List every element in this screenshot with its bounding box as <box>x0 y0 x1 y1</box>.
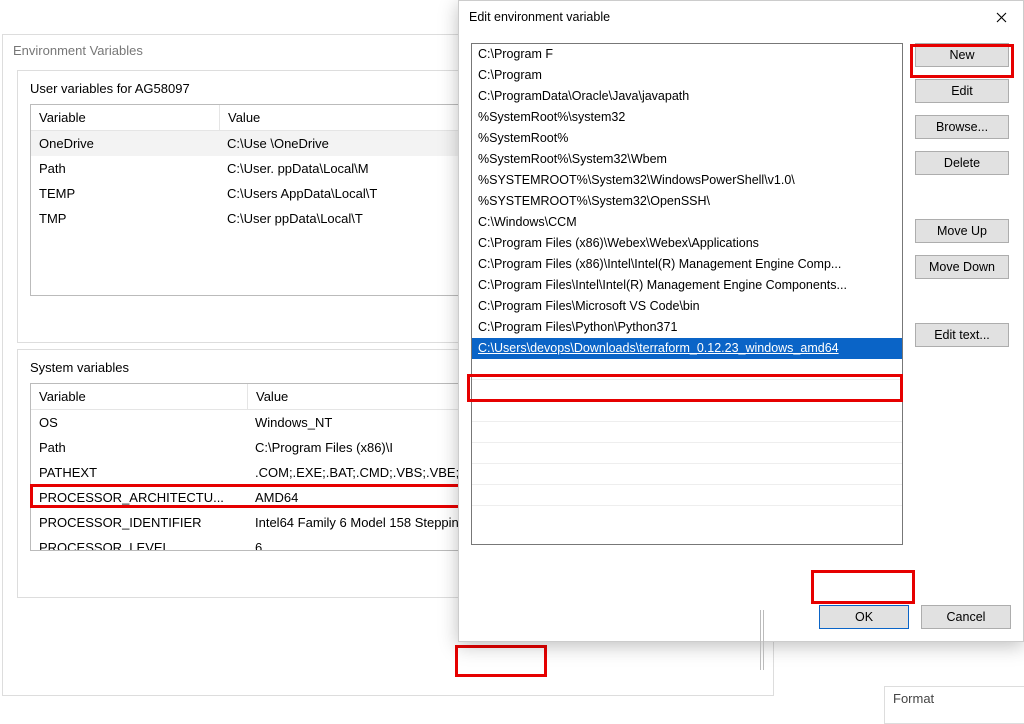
list-item[interactable]: C:\Program Files\Intel\Intel(R) Manageme… <box>472 275 902 296</box>
path-list[interactable]: C:\Program F C:\Program C:\ProgramData\O… <box>471 43 903 545</box>
list-item[interactable]: %SystemRoot% <box>472 128 902 149</box>
list-item[interactable]: C:\Windows\CCM <box>472 212 902 233</box>
close-icon <box>996 12 1007 23</box>
list-item[interactable]: C:\Program Files (x86)\Intel\Intel(R) Ma… <box>472 254 902 275</box>
cell-variable: PROCESSOR_LEVEL <box>31 538 247 551</box>
list-item[interactable]: C:\Program <box>472 65 902 86</box>
list-item[interactable]: C:\ProgramData\Oracle\Java\javapath <box>472 86 902 107</box>
list-item-selected[interactable]: C:\Users\devops\Downloads\terraform_0.12… <box>472 338 902 359</box>
list-item[interactable]: %SystemRoot%\system32 <box>472 107 902 128</box>
cell-variable: OneDrive <box>31 134 219 153</box>
delete-button[interactable]: Delete <box>915 151 1009 175</box>
dialog-bottom-row: OK Cancel <box>459 605 1023 629</box>
format-panel: Format <box>884 686 1024 724</box>
list-item[interactable]: %SystemRoot%\System32\Wbem <box>472 149 902 170</box>
cancel-button[interactable]: Cancel <box>921 605 1011 629</box>
cell-variable: Path <box>31 438 247 457</box>
list-item-empty[interactable] <box>472 485 902 506</box>
close-button[interactable] <box>979 1 1023 33</box>
list-item-empty[interactable] <box>472 464 902 485</box>
edit-env-var-dialog: Edit environment variable C:\Program F C… <box>458 0 1024 642</box>
new-button[interactable]: New <box>915 43 1009 67</box>
cell-variable: PROCESSOR_IDENTIFIER <box>31 513 247 532</box>
list-item-empty[interactable] <box>472 380 902 401</box>
list-item[interactable]: %SYSTEMROOT%\System32\WindowsPowerShell\… <box>472 170 902 191</box>
format-label: Format <box>893 691 934 706</box>
cell-variable: TMP <box>31 209 219 228</box>
list-item[interactable]: C:\Program Files\Python\Python371 <box>472 317 902 338</box>
ok-button[interactable]: OK <box>819 605 909 629</box>
move-down-button[interactable]: Move Down <box>915 255 1009 279</box>
divider <box>760 610 764 670</box>
titlebar: Edit environment variable <box>459 1 1023 33</box>
edit-text-button[interactable]: Edit text... <box>915 323 1009 347</box>
cell-variable: OS <box>31 413 247 432</box>
dialog-title: Edit environment variable <box>469 10 610 24</box>
right-button-column: New Edit Browse... Delete Move Up Move D… <box>915 43 1009 347</box>
list-item-empty[interactable] <box>472 359 902 380</box>
list-item-empty[interactable] <box>472 422 902 443</box>
list-item-empty[interactable] <box>472 401 902 422</box>
browse-button[interactable]: Browse... <box>915 115 1009 139</box>
list-item[interactable]: %SYSTEMROOT%\System32\OpenSSH\ <box>472 191 902 212</box>
dialog-body: C:\Program F C:\Program C:\ProgramData\O… <box>459 33 1023 53</box>
column-variable: Variable <box>31 105 220 130</box>
edit-button[interactable]: Edit <box>915 79 1009 103</box>
move-up-button[interactable]: Move Up <box>915 219 1009 243</box>
list-item[interactable]: C:\Program Files (x86)\Webex\Webex\Appli… <box>472 233 902 254</box>
cell-variable: TEMP <box>31 184 219 203</box>
cell-variable: PATHEXT <box>31 463 247 482</box>
column-variable: Variable <box>31 384 248 409</box>
list-item-empty[interactable] <box>472 443 902 464</box>
list-item[interactable]: C:\Program F <box>472 44 902 65</box>
list-item[interactable]: C:\Program Files\Microsoft VS Code\bin <box>472 296 902 317</box>
cell-variable: PROCESSOR_ARCHITECTU... <box>31 488 247 507</box>
cell-variable: Path <box>31 159 219 178</box>
